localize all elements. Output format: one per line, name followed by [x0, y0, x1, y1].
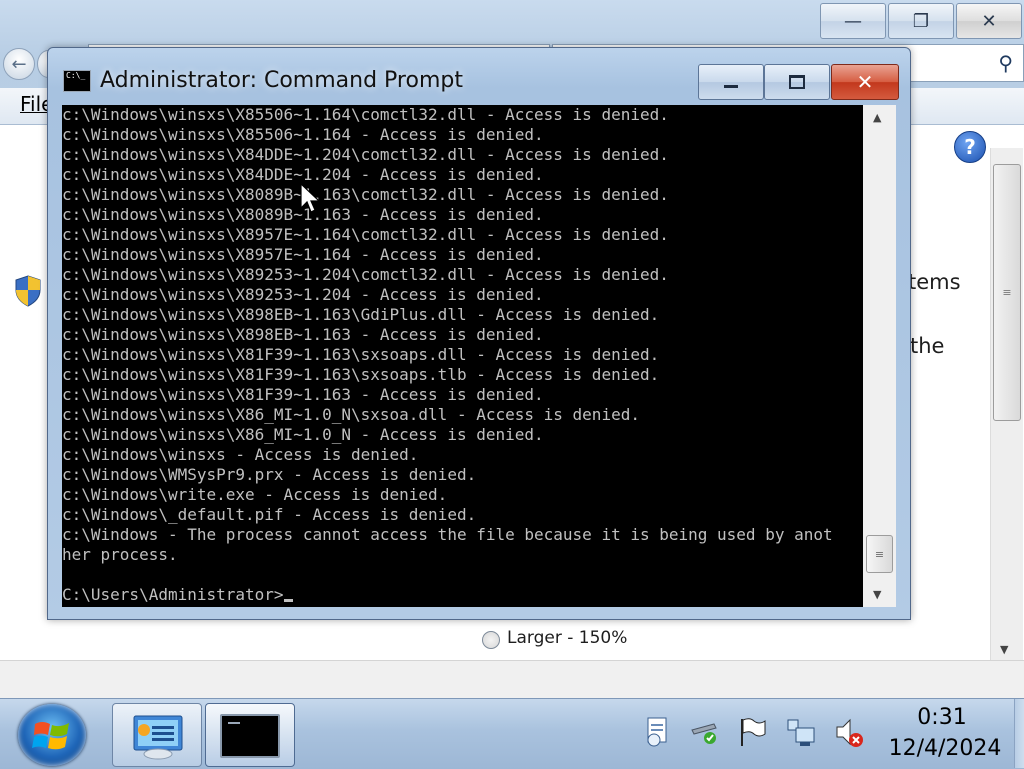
command-prompt-window: C:\_ Administrator: Command Prompt ✕ c:\…: [47, 47, 911, 620]
partial-text-items: tems: [908, 270, 961, 294]
volume-muted-icon[interactable]: [834, 716, 864, 748]
clock-time[interactable]: 0:31: [892, 705, 992, 730]
console-output[interactable]: c:\Windows\winsxs\X85506~1.164\comctl32.…: [62, 105, 863, 607]
console-line: c:\Windows\winsxs\X8957E~1.164 - Access …: [62, 245, 544, 264]
console-line: c:\Windows\_default.pif - Access is deni…: [62, 505, 477, 524]
console-line: c:\Windows\winsxs - Access is denied.: [62, 445, 419, 464]
action-center-icon[interactable]: [642, 716, 672, 748]
bg-scrollbar[interactable]: ≡ ▼: [990, 148, 1023, 660]
minimize-button[interactable]: [698, 64, 764, 100]
taskbar-control-panel-button[interactable]: [112, 703, 202, 767]
network-icon[interactable]: [786, 716, 816, 748]
console-line: c:\Windows\winsxs\X8089B~1.163\comctl32.…: [62, 185, 669, 204]
console-line: her process.: [62, 545, 178, 564]
console-line: c:\Windows\winsxs\X85506~1.164\comctl32.…: [62, 105, 669, 124]
cmd-app-icon[interactable]: C:\_: [63, 70, 91, 92]
console-line: c:\Windows\winsxs\X84DDE~1.204 - Access …: [62, 165, 544, 184]
console-line: c:\Windows\winsxs\X898EB~1.163 - Access …: [62, 325, 544, 344]
bg-caption-buttons: — ❐ ✕: [820, 3, 1022, 39]
help-icon[interactable]: ?: [954, 131, 986, 163]
flag-icon[interactable]: [738, 716, 768, 748]
clock-date[interactable]: 12/4/2024: [886, 736, 1004, 761]
windows-logo-icon: [32, 722, 69, 750]
prompt-text: C:\Users\Administrator>: [62, 585, 284, 604]
console-line: c:\Windows\winsxs\X8957E~1.164\comctl32.…: [62, 225, 669, 244]
partial-text-the: the: [910, 334, 945, 358]
console-line: c:\Windows\winsxs\X85506~1.164 - Access …: [62, 125, 544, 144]
mouse-pointer-icon: [300, 183, 321, 213]
console-line: c:\Windows\winsxs\X81F39~1.163\sxsoaps.t…: [62, 365, 660, 384]
minimize-icon: [724, 84, 738, 88]
console-lines: c:\Windows\winsxs\X85506~1.164\comctl32.…: [62, 105, 833, 565]
radio-larger-label[interactable]: Larger - 150%: [507, 628, 627, 648]
back-button[interactable]: ←: [3, 48, 35, 80]
control-panel-icon: [133, 715, 183, 760]
console-scroll-thumb[interactable]: ≡: [866, 535, 893, 573]
scroll-down-arrow-icon[interactable]: ▼: [873, 588, 881, 601]
bg-close-button[interactable]: ✕: [956, 3, 1022, 39]
scroll-up-arrow-icon[interactable]: ▲: [873, 111, 881, 124]
show-desktop-button[interactable]: [1014, 699, 1024, 768]
bg-minimize-button[interactable]: —: [820, 3, 886, 39]
back-arrow-icon: ←: [11, 53, 27, 75]
console-line: c:\Windows - The process cannot access t…: [62, 525, 833, 544]
bg-scroll-thumb[interactable]: ≡: [993, 164, 1021, 421]
search-icon[interactable]: ⚲: [998, 51, 1013, 75]
console-line: c:\Windows\write.exe - Access is denied.: [62, 485, 448, 504]
maximize-icon: [789, 75, 805, 89]
console-line: c:\Windows\winsxs\X89253~1.204\comctl32.…: [62, 265, 669, 284]
taskbar: [0, 698, 1024, 769]
status-strip: [0, 660, 1024, 699]
console-scrollbar[interactable]: ▲ ≡ ▼: [863, 105, 896, 607]
close-icon: ✕: [856, 70, 874, 94]
radio-larger[interactable]: [482, 631, 500, 649]
bg-restore-button[interactable]: ❐: [888, 3, 954, 39]
window-title: Administrator: Command Prompt: [100, 68, 463, 93]
cmd-icon: [220, 714, 280, 758]
close-button[interactable]: ✕: [831, 64, 899, 100]
taskbar-cmd-button[interactable]: [205, 703, 295, 767]
console-line: c:\Windows\winsxs\X86_MI~1.0_N - Access …: [62, 425, 544, 444]
power-icon[interactable]: [690, 716, 720, 748]
start-button[interactable]: [18, 704, 86, 766]
console-line: c:\Windows\winsxs\X898EB~1.163\GdiPlus.d…: [62, 305, 660, 324]
console-line: c:\Windows\winsxs\X89253~1.204 - Access …: [62, 285, 544, 304]
uac-shield-icon: [15, 275, 41, 307]
console-line: c:\Windows\winsxs\X84DDE~1.204\comctl32.…: [62, 145, 669, 164]
maximize-button[interactable]: [764, 64, 830, 100]
console-line: c:\Windows\winsxs\X86_MI~1.0_N\sxsoa.dll…: [62, 405, 640, 424]
console-line: c:\Windows\WMSysPr9.prx - Access is deni…: [62, 465, 477, 484]
console-line: c:\Windows\winsxs\X81F39~1.163 - Access …: [62, 385, 544, 404]
command-prompt-line[interactable]: C:\Users\Administrator>: [62, 585, 293, 605]
text-cursor: [283, 599, 293, 602]
console-line: c:\Windows\winsxs\X81F39~1.163\sxsoaps.d…: [62, 345, 660, 364]
scroll-down-arrow-icon[interactable]: ▼: [1000, 643, 1008, 656]
console-line: c:\Windows\winsxs\X8089B~1.163 - Access …: [62, 205, 544, 224]
